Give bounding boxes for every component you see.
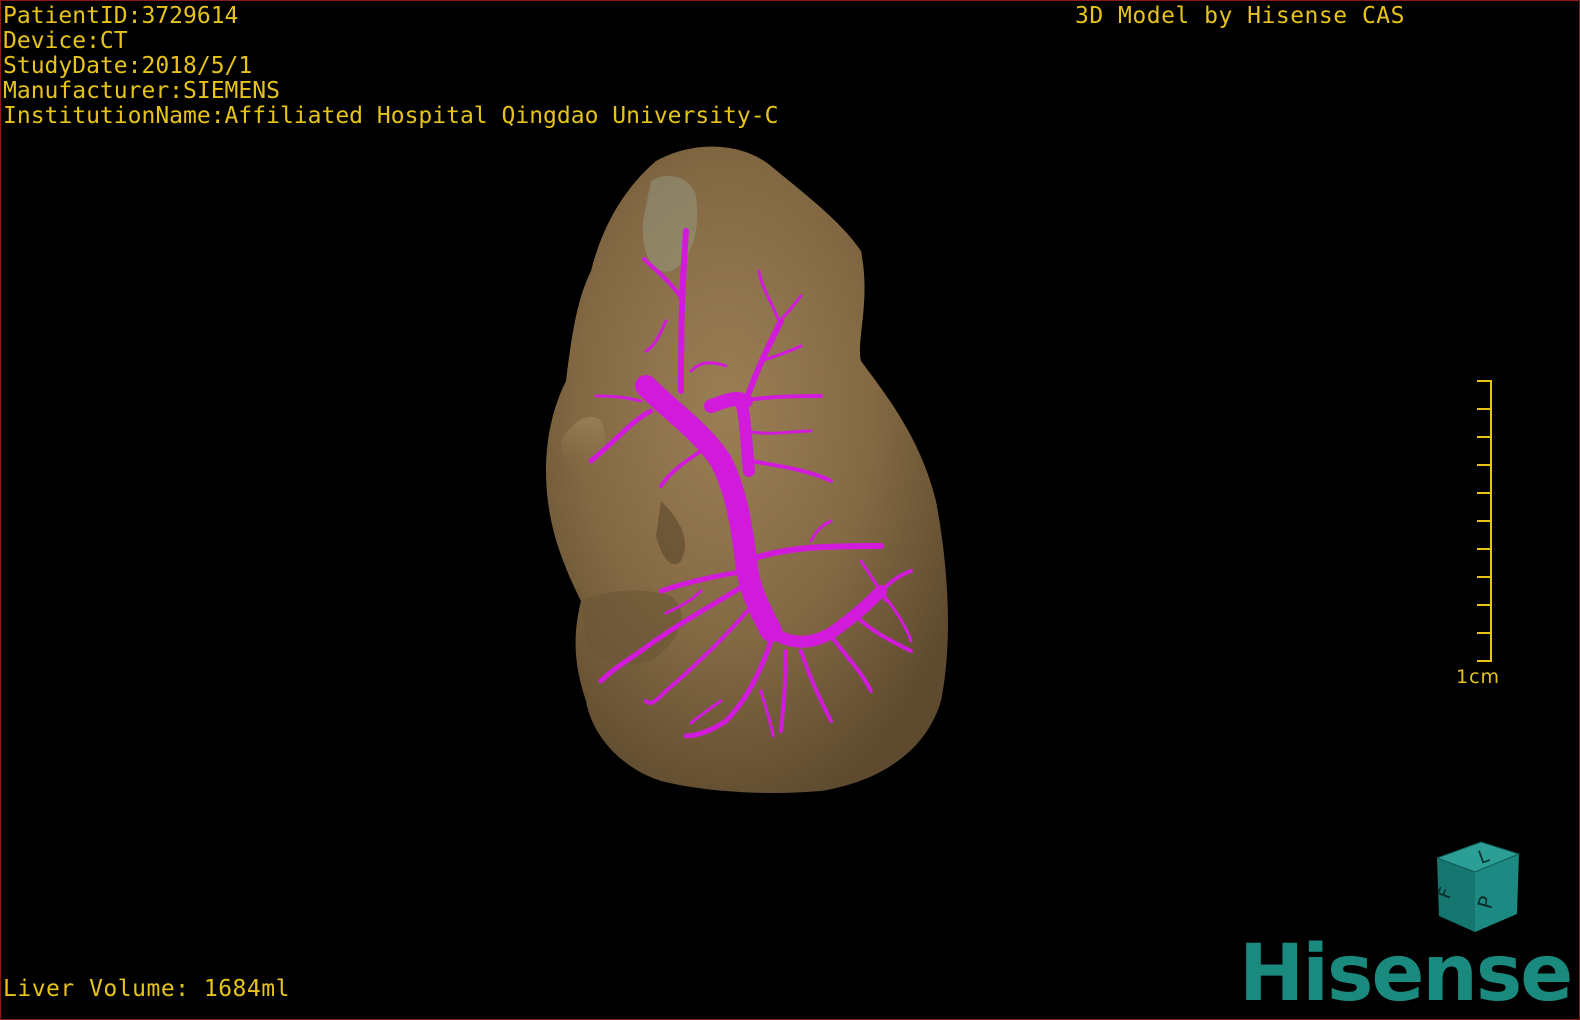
scale-bar-icon (1477, 380, 1492, 662)
scale-bar-label: 1cm (1456, 666, 1501, 688)
orientation-cube-icon[interactable]: L F P (1419, 836, 1529, 941)
liver-volume-text: Liver Volume: 1684ml (3, 976, 290, 1002)
3d-viewport[interactable]: PatientID:3729614 Device:CT StudyDate:20… (0, 0, 1580, 1020)
liver-3d-model[interactable] (1, 1, 1580, 1020)
hisense-logo: Hisense (1239, 929, 1573, 1019)
